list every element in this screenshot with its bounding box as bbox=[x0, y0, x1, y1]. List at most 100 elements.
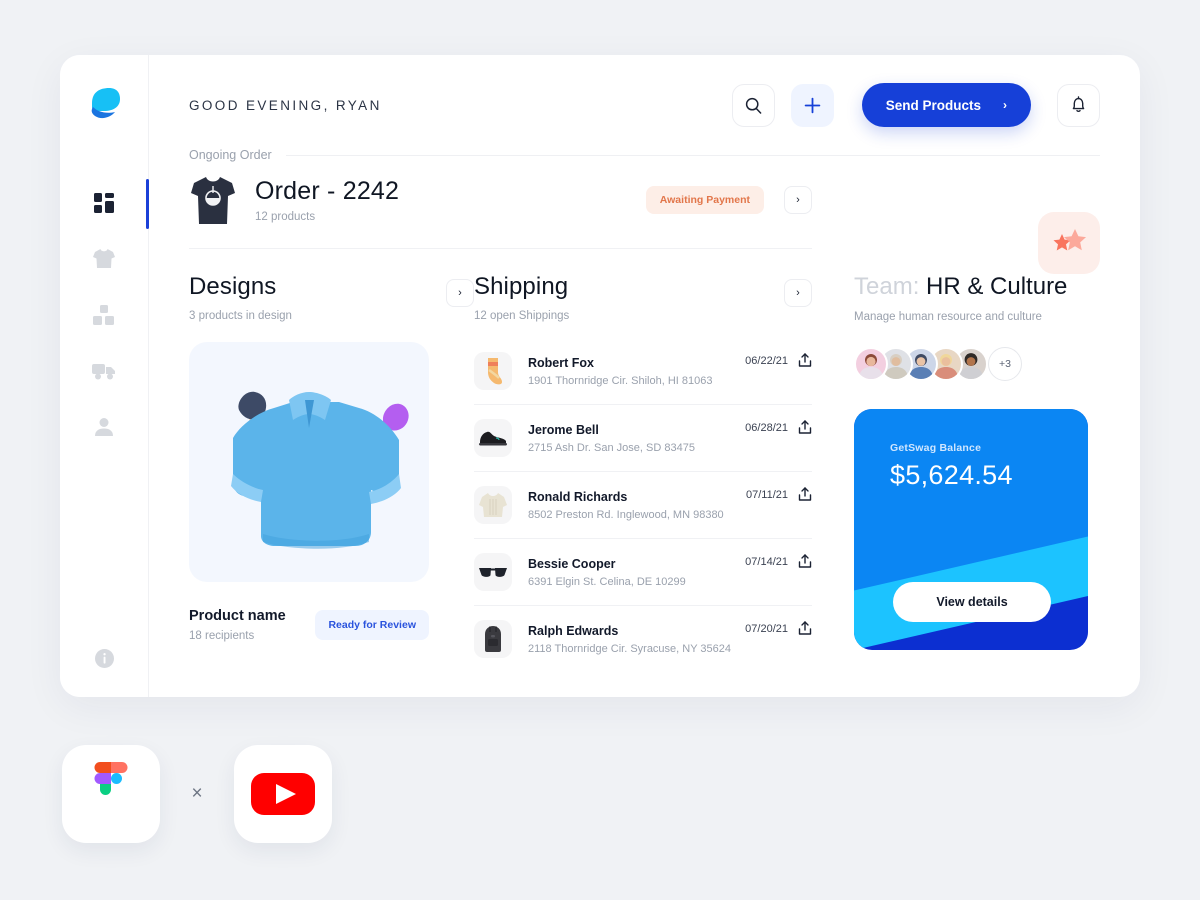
design-preview-image[interactable] bbox=[189, 342, 429, 582]
sidebar-footer bbox=[60, 649, 148, 668]
recipient-address: 2715 Ash Dr. San Jose, SD 83475 bbox=[528, 441, 695, 454]
brand-logo[interactable] bbox=[82, 83, 126, 123]
shipping-list: Robert Fox 1901 Thornridge Cir. Shiloh, … bbox=[474, 338, 812, 672]
recipient-address: 2118 Thornridge Cir. Syracuse, NY 35624 bbox=[528, 642, 732, 655]
sidebar-item-apparel[interactable] bbox=[60, 247, 148, 271]
sunglasses-icon bbox=[479, 568, 507, 577]
separator-times-icon: × bbox=[191, 783, 203, 804]
main-content: GOOD EVENING, RYAN Send Products › Ongoi… bbox=[149, 55, 1140, 697]
recipient-name: Ronald Richards bbox=[528, 489, 628, 504]
shipping-info: Ronald Richards 8502 Preston Rd. Inglewo… bbox=[528, 490, 746, 521]
shipping-info: Robert Fox 1901 Thornridge Cir. Shiloh, … bbox=[528, 356, 745, 387]
stars-tile bbox=[1038, 212, 1100, 274]
backpack-icon bbox=[485, 626, 501, 652]
person-icon bbox=[95, 418, 113, 436]
share-upload-icon[interactable] bbox=[798, 420, 812, 435]
sunglasses-thumbnail bbox=[474, 553, 512, 591]
ongoing-order-row[interactable]: Order - 2242 12 products Awaiting Paymen… bbox=[189, 174, 812, 249]
app-window: GOOD EVENING, RYAN Send Products › Ongoi… bbox=[60, 55, 1140, 697]
shipping-header: Shipping 12 open Shippings › bbox=[474, 273, 812, 322]
status-badge: Awaiting Payment bbox=[645, 186, 764, 214]
black-tshirt-thumbnail-icon bbox=[191, 177, 235, 224]
designs-column: Designs 3 products in design › Product n… bbox=[189, 273, 474, 672]
recipient-address: 1901 Thornridge Cir. Shiloh, HI 81063 bbox=[528, 374, 713, 387]
table-row[interactable]: Bessie Cooper 6391 Elgin St. Celina, DE … bbox=[474, 539, 812, 606]
shipping-date: 07/11/21 bbox=[745, 488, 788, 501]
share-upload-icon[interactable] bbox=[798, 487, 812, 502]
shipping-column: Shipping 12 open Shippings › Robert Fox … bbox=[474, 273, 812, 672]
truck-icon bbox=[92, 364, 115, 380]
blue-polo-shirt-3d-icon bbox=[231, 391, 409, 549]
shipping-date: 06/22/21 bbox=[745, 354, 788, 367]
shipping-open-button[interactable]: › bbox=[784, 279, 812, 307]
sneaker-thumbnail bbox=[474, 419, 512, 457]
sidebar bbox=[60, 55, 149, 697]
add-button[interactable] bbox=[790, 83, 834, 127]
page-title: GOOD EVENING, RYAN bbox=[189, 97, 382, 113]
balance-label: GetSwag Balance bbox=[890, 442, 982, 454]
order-text: Order - 2242 12 products bbox=[255, 177, 646, 223]
shipping-info: Jerome Bell 2715 Ash Dr. San Jose, SD 83… bbox=[528, 423, 745, 454]
avatar-more-count[interactable]: +3 bbox=[988, 347, 1022, 381]
shipping-meta: 06/22/21 bbox=[745, 353, 812, 368]
balance-card: GetSwag Balance $5,624.54 View details bbox=[854, 409, 1088, 650]
sock-thumbnail bbox=[474, 352, 512, 390]
shipping-date: 06/28/21 bbox=[745, 421, 788, 434]
search-icon bbox=[745, 97, 762, 114]
team-avatars: +3 bbox=[854, 347, 1100, 381]
balance-amount: $5,624.54 bbox=[890, 460, 1013, 490]
designs-subtitle: 3 products in design bbox=[189, 310, 292, 322]
product-meta: Product name 18 recipients Ready for Rev… bbox=[189, 608, 429, 642]
chat-bubble-logo-icon bbox=[91, 88, 120, 119]
columns: Designs 3 products in design › Product n… bbox=[189, 273, 1100, 672]
team-title-prefix: Team: bbox=[854, 273, 920, 300]
info-circle-icon[interactable] bbox=[94, 649, 114, 668]
product-recipients: 18 recipients bbox=[189, 630, 255, 642]
view-details-button[interactable]: View details bbox=[893, 582, 1051, 622]
avatar[interactable] bbox=[854, 347, 888, 381]
recipient-name: Bessie Cooper bbox=[528, 556, 616, 571]
product-name: Product name bbox=[189, 608, 286, 624]
chevron-right-icon: › bbox=[1003, 98, 1007, 112]
designs-open-button[interactable]: › bbox=[446, 279, 474, 307]
sidebar-item-shipping[interactable] bbox=[60, 359, 148, 383]
designs-title: Designs bbox=[189, 273, 277, 300]
figma-logo-tile[interactable] bbox=[62, 745, 160, 843]
tshirt-icon bbox=[93, 249, 115, 268]
team-column: Team: HR & Culture Manage human resource… bbox=[812, 273, 1100, 672]
sweater-thumbnail bbox=[474, 486, 512, 524]
topbar: GOOD EVENING, RYAN Send Products › bbox=[189, 55, 1100, 145]
recipient-address: 8502 Preston Rd. Inglewood, MN 98380 bbox=[528, 508, 724, 521]
sidebar-item-dashboard[interactable] bbox=[60, 179, 149, 229]
table-row[interactable]: Ronald Richards 8502 Preston Rd. Inglewo… bbox=[474, 472, 812, 539]
shipping-date: 07/20/21 bbox=[745, 622, 788, 635]
send-products-button[interactable]: Send Products › bbox=[861, 83, 1031, 127]
share-upload-icon[interactable] bbox=[798, 353, 812, 368]
share-upload-icon[interactable] bbox=[798, 621, 812, 636]
send-products-label: Send Products bbox=[885, 97, 981, 113]
sidebar-item-account[interactable] bbox=[60, 415, 148, 439]
sidebar-nav bbox=[60, 179, 149, 439]
sock-icon bbox=[488, 358, 502, 385]
notifications-button[interactable] bbox=[1057, 83, 1100, 127]
bell-icon bbox=[1072, 96, 1085, 113]
shipping-date: 07/14/21 bbox=[745, 555, 788, 568]
recipient-address: 6391 Elgin St. Celina, DE 10299 bbox=[528, 575, 686, 588]
team-title: Team: HR & Culture bbox=[854, 273, 1100, 301]
shipping-meta: 06/28/21 bbox=[745, 420, 812, 435]
table-row[interactable]: Jerome Bell 2715 Ash Dr. San Jose, SD 83… bbox=[474, 405, 812, 472]
order-open-button[interactable]: › bbox=[784, 186, 812, 214]
search-button[interactable] bbox=[731, 83, 775, 127]
ongoing-order-label: Ongoing Order bbox=[189, 148, 272, 162]
figma-logo-icon bbox=[94, 762, 128, 795]
sweater-icon bbox=[479, 493, 507, 517]
table-row[interactable]: Ralph Edwards 2118 Thornridge Cir. Syrac… bbox=[474, 606, 812, 672]
table-row[interactable]: Robert Fox 1901 Thornridge Cir. Shiloh, … bbox=[474, 338, 812, 405]
youtube-logo-tile[interactable] bbox=[234, 745, 332, 843]
sidebar-item-products[interactable] bbox=[60, 303, 148, 327]
recipient-name: Ralph Edwards bbox=[528, 623, 619, 638]
sneaker-icon bbox=[479, 431, 507, 446]
designs-header: Designs 3 products in design › bbox=[189, 273, 474, 322]
share-upload-icon[interactable] bbox=[798, 554, 812, 569]
order-subtitle: 12 products bbox=[255, 211, 316, 223]
